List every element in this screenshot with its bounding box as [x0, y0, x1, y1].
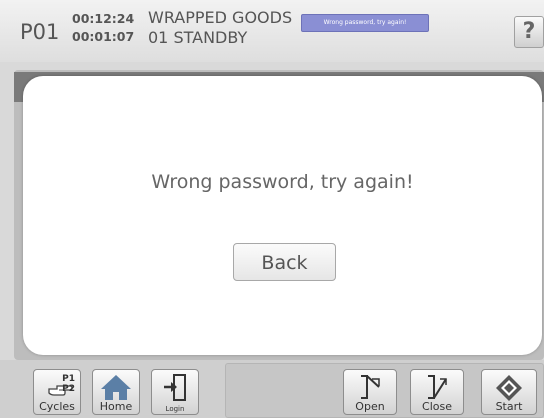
error-dialog: Wrong password, try again! Back: [23, 76, 542, 355]
start-button[interactable]: Start: [481, 369, 537, 415]
status-header: P01 00:12:24 00:01:07 WRAPPED GOODS 01 S…: [0, 0, 544, 62]
home-label: Home: [99, 400, 133, 413]
slot-p2-label: P2: [62, 384, 75, 394]
program-number: P01: [20, 20, 60, 44]
door-close-icon: [428, 375, 447, 399]
slot-p1-label: P1: [62, 374, 75, 384]
login-button[interactable]: Login: [151, 369, 199, 415]
home-button[interactable]: Home: [92, 369, 140, 415]
door-open-icon: [361, 375, 380, 399]
error-message: Wrong password, try again!: [151, 171, 414, 193]
open-door-button[interactable]: Open: [343, 369, 397, 415]
step-time: 00:01:07: [72, 29, 135, 44]
total-time: 00:12:24: [72, 11, 135, 26]
step-status: 01 STANDBY: [148, 28, 248, 47]
cycles-label: Cycles: [39, 400, 75, 413]
login-label: Login: [165, 405, 185, 413]
start-diamond-icon: [496, 375, 522, 401]
login-door-icon: [164, 374, 186, 401]
cycles-button[interactable]: P1 P2 Cycles: [33, 369, 81, 415]
open-label: Open: [355, 400, 385, 413]
program-name: WRAPPED GOODS: [148, 8, 293, 27]
message-badge: Wrong password, try again!: [301, 14, 429, 32]
program-slots: P1 P2: [62, 374, 75, 394]
start-label: Start: [495, 400, 523, 413]
back-button[interactable]: Back: [233, 243, 336, 281]
close-door-button[interactable]: Close: [410, 369, 464, 415]
help-button[interactable]: ?: [514, 16, 544, 48]
close-label: Close: [422, 400, 452, 413]
home-icon: [101, 375, 131, 400]
